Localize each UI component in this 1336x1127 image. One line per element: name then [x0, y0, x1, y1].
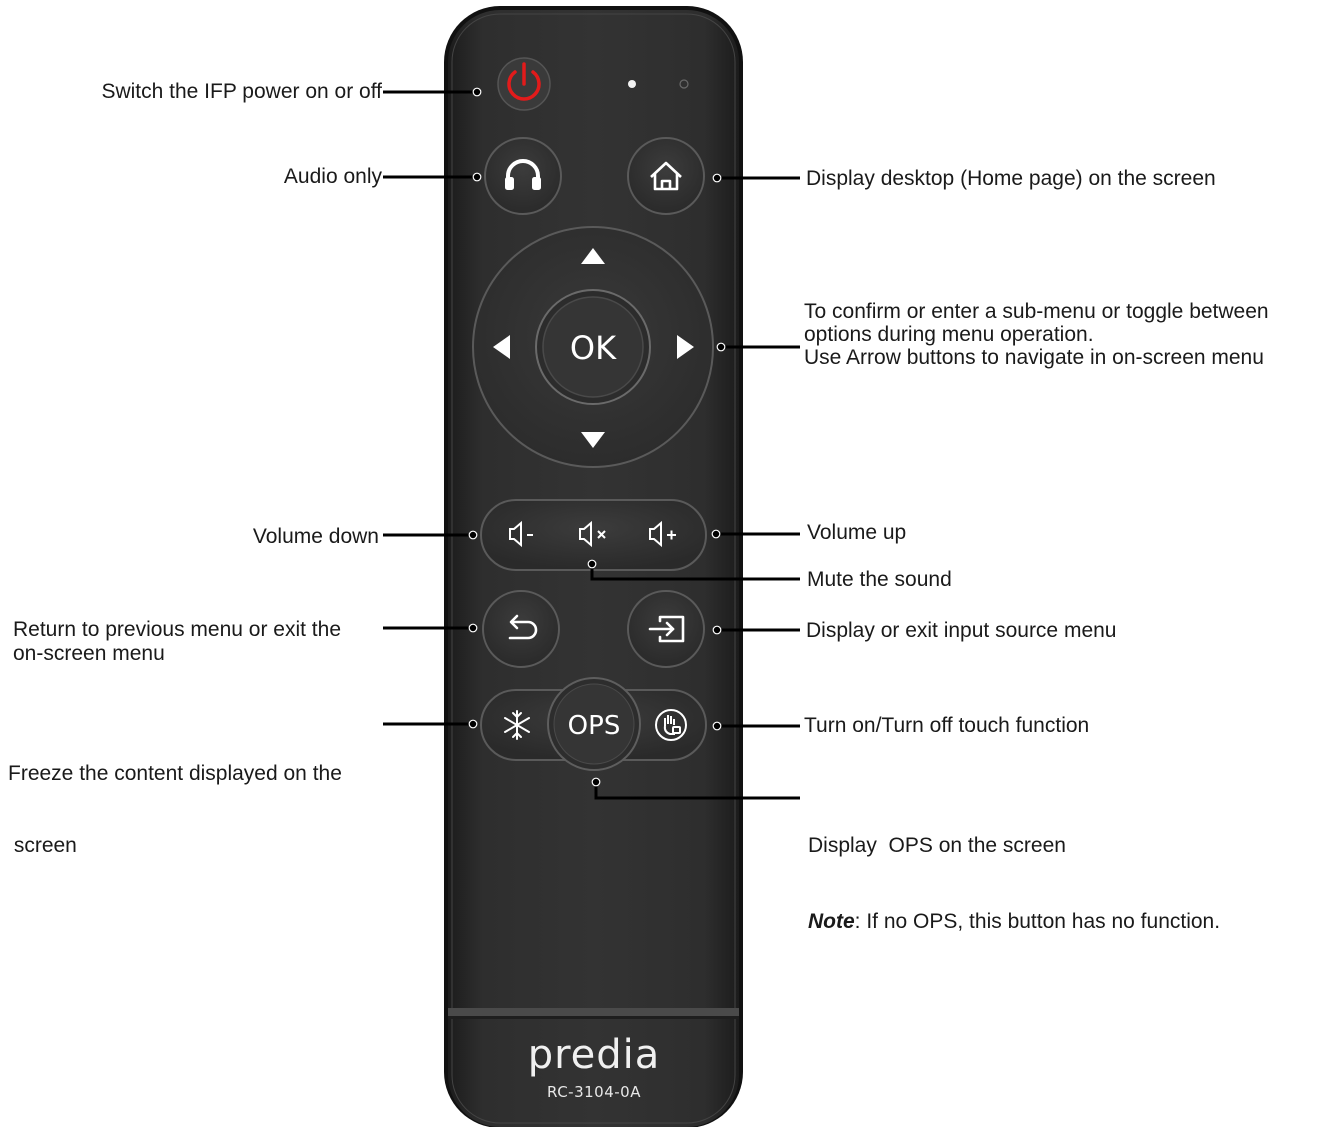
callout-navigation: To confirm or enter a sub-menu or toggle… — [804, 300, 1269, 369]
callout-mute: Mute the sound — [807, 568, 952, 591]
callout-power: Switch the IFP power on or off — [101, 80, 382, 103]
callout-input-source: Display or exit input source menu — [806, 619, 1117, 642]
callout-touch: Turn on/Turn off touch function — [804, 714, 1090, 737]
note-text: : If no OPS, this button has no function… — [854, 910, 1221, 933]
ok-button[interactable]: OK — [535, 289, 651, 405]
ops-bar: OPS — [480, 677, 707, 771]
input-source-button[interactable] — [627, 590, 705, 668]
callout-volume-up: Volume up — [807, 521, 907, 544]
callout-ops: Display OPS on the screen Note: If no OP… — [808, 834, 1221, 933]
audio-only-button[interactable] — [484, 137, 562, 215]
callout-audio-only: Audio only — [283, 165, 382, 188]
return-button[interactable] — [482, 590, 560, 668]
ops-label: OPS — [568, 711, 621, 741]
bottom-divider — [448, 1008, 739, 1016]
brand-logo: predia — [528, 1032, 661, 1078]
model-number: RC-3104-0A — [547, 1083, 641, 1101]
callout-home: Display desktop (Home page) on the scree… — [806, 167, 1216, 190]
ops-button[interactable]: OPS — [547, 677, 641, 771]
home-button[interactable] — [627, 137, 705, 215]
volume-bar — [480, 499, 707, 571]
callout-return: Return to previous menu or exit the on-s… — [13, 618, 342, 665]
callout-freeze: Freeze the content displayed on the scre… — [8, 762, 342, 857]
power-button[interactable] — [497, 57, 551, 111]
ok-label: OK — [570, 329, 617, 367]
led-indicator — [628, 80, 636, 88]
dpad: OK — [472, 226, 714, 468]
callout-volume-down: Volume down — [252, 525, 379, 548]
note-label: Note — [808, 910, 855, 933]
